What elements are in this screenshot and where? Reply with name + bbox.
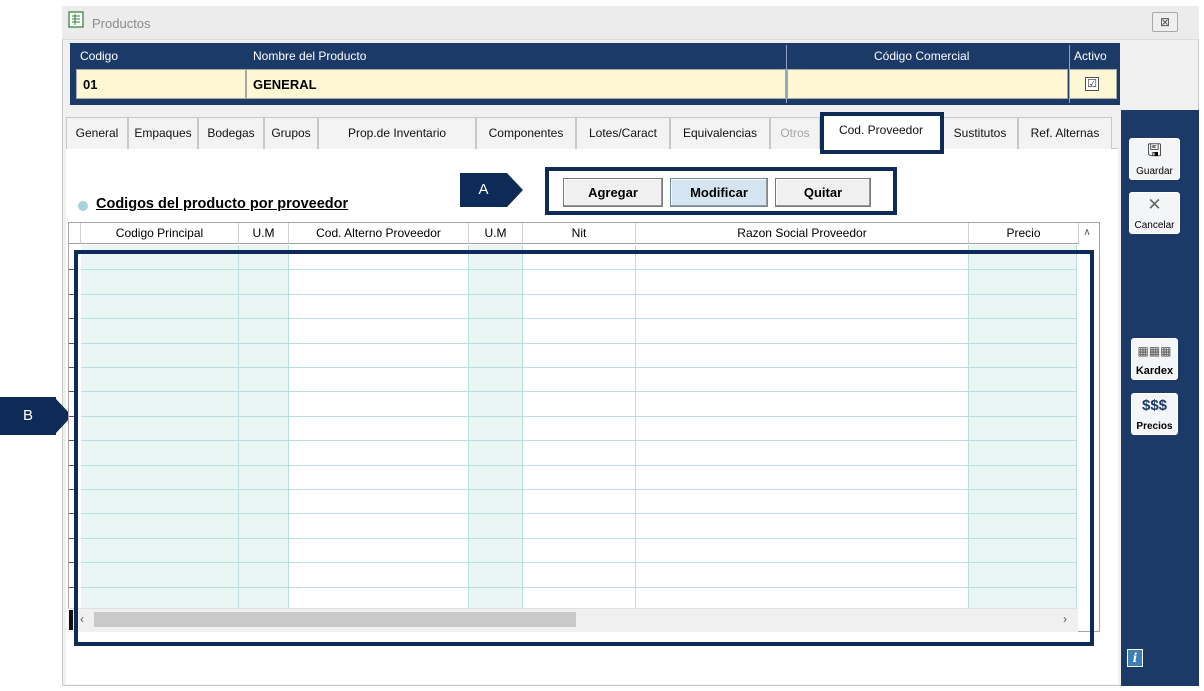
tab-empaques[interactable]: Empaques bbox=[128, 117, 198, 149]
annotation-a-arrow bbox=[507, 173, 523, 207]
quitar-button[interactable]: Quitar bbox=[775, 178, 871, 207]
annotation-b-label: B bbox=[0, 397, 56, 435]
header-codigo-comercial-label: Código Comercial bbox=[874, 49, 970, 63]
tab-componentes[interactable]: Componentes bbox=[476, 117, 576, 149]
tab-sustitutos[interactable]: Sustitutos bbox=[942, 117, 1018, 149]
scroll-up-icon[interactable]: ∧ bbox=[1078, 227, 1096, 243]
section-bullet-icon bbox=[78, 201, 88, 211]
money-icon: $$$ bbox=[1141, 397, 1168, 414]
col-header-um-2[interactable]: U.M bbox=[469, 223, 523, 244]
tab-strip: General Empaques Bodegas Grupos Prop.de … bbox=[66, 114, 1112, 149]
close-button[interactable]: ⊠ bbox=[1152, 12, 1178, 32]
info-icon[interactable]: i bbox=[1127, 649, 1143, 667]
kardex-label: Kardex bbox=[1135, 365, 1174, 377]
nombre-producto-field[interactable]: GENERAL bbox=[246, 69, 786, 99]
precios-button[interactable]: $$$ Precios bbox=[1131, 393, 1178, 435]
tab-bodegas[interactable]: Bodegas bbox=[198, 117, 264, 149]
col-header-razon-social[interactable]: Razon Social Proveedor bbox=[636, 223, 969, 244]
section-title: Codigos del producto por proveedor bbox=[96, 196, 349, 212]
cancelar-label: Cancelar bbox=[1134, 220, 1175, 231]
tab-grupos[interactable]: Grupos bbox=[264, 117, 318, 149]
col-header-cod-alterno[interactable]: Cod. Alterno Proveedor bbox=[289, 223, 469, 244]
activo-checkbox[interactable]: ☑ bbox=[1085, 77, 1099, 91]
guardar-label: Guardar bbox=[1136, 166, 1173, 177]
window-title: Productos bbox=[92, 16, 151, 31]
tab-equivalencias[interactable]: Equivalencias bbox=[670, 117, 770, 149]
row-indicator bbox=[69, 610, 73, 630]
kardex-button[interactable]: ▦▦▦ Kardex bbox=[1131, 338, 1178, 380]
col-header-nit[interactable]: Nit bbox=[523, 223, 636, 244]
codigo-comercial-field[interactable] bbox=[787, 69, 1068, 99]
row-selector-header bbox=[69, 223, 81, 244]
tab-ref-alternas[interactable]: Ref. Alternas bbox=[1018, 117, 1112, 149]
annotation-tab-highlight bbox=[820, 112, 944, 154]
precios-label: Precios bbox=[1136, 421, 1173, 432]
cancel-icon: ✕ bbox=[1147, 195, 1162, 214]
tab-otros: Otros bbox=[770, 117, 820, 149]
agregar-button[interactable]: Agregar bbox=[563, 178, 663, 207]
guardar-button[interactable]: 🖫 Guardar bbox=[1129, 138, 1180, 180]
annotation-grid-highlight bbox=[74, 250, 1094, 646]
codigo-field[interactable]: 01 bbox=[76, 69, 246, 99]
title-bar bbox=[62, 6, 1199, 40]
header-codigo-label: Codigo bbox=[80, 49, 119, 63]
tab-general[interactable]: General bbox=[66, 117, 128, 149]
modificar-button[interactable]: Modificar bbox=[670, 178, 768, 207]
tab-lotes-caract[interactable]: Lotes/Caract bbox=[576, 117, 670, 149]
cancelar-button[interactable]: ✕ Cancelar bbox=[1129, 192, 1180, 234]
right-toolbar: 🖫 Guardar ✕ Cancelar ▦▦▦ Kardex $$$ Prec… bbox=[1121, 110, 1199, 686]
col-header-precio[interactable]: Precio bbox=[969, 223, 1079, 244]
header-activo-label: Activo bbox=[1074, 49, 1107, 63]
header-nombre-label: Nombre del Producto bbox=[253, 49, 367, 63]
keyboard-icon: ▦▦▦ bbox=[1137, 344, 1172, 358]
tab-prop-inventario[interactable]: Prop.de Inventario bbox=[318, 117, 476, 149]
spreadsheet-icon bbox=[68, 11, 84, 28]
col-header-codigo-principal[interactable]: Codigo Principal bbox=[81, 223, 239, 244]
save-icon: 🖫 bbox=[1147, 141, 1162, 160]
annotation-a-label: A bbox=[460, 173, 507, 207]
close-icon: ⊠ bbox=[1159, 15, 1171, 29]
col-header-um[interactable]: U.M bbox=[239, 223, 289, 244]
